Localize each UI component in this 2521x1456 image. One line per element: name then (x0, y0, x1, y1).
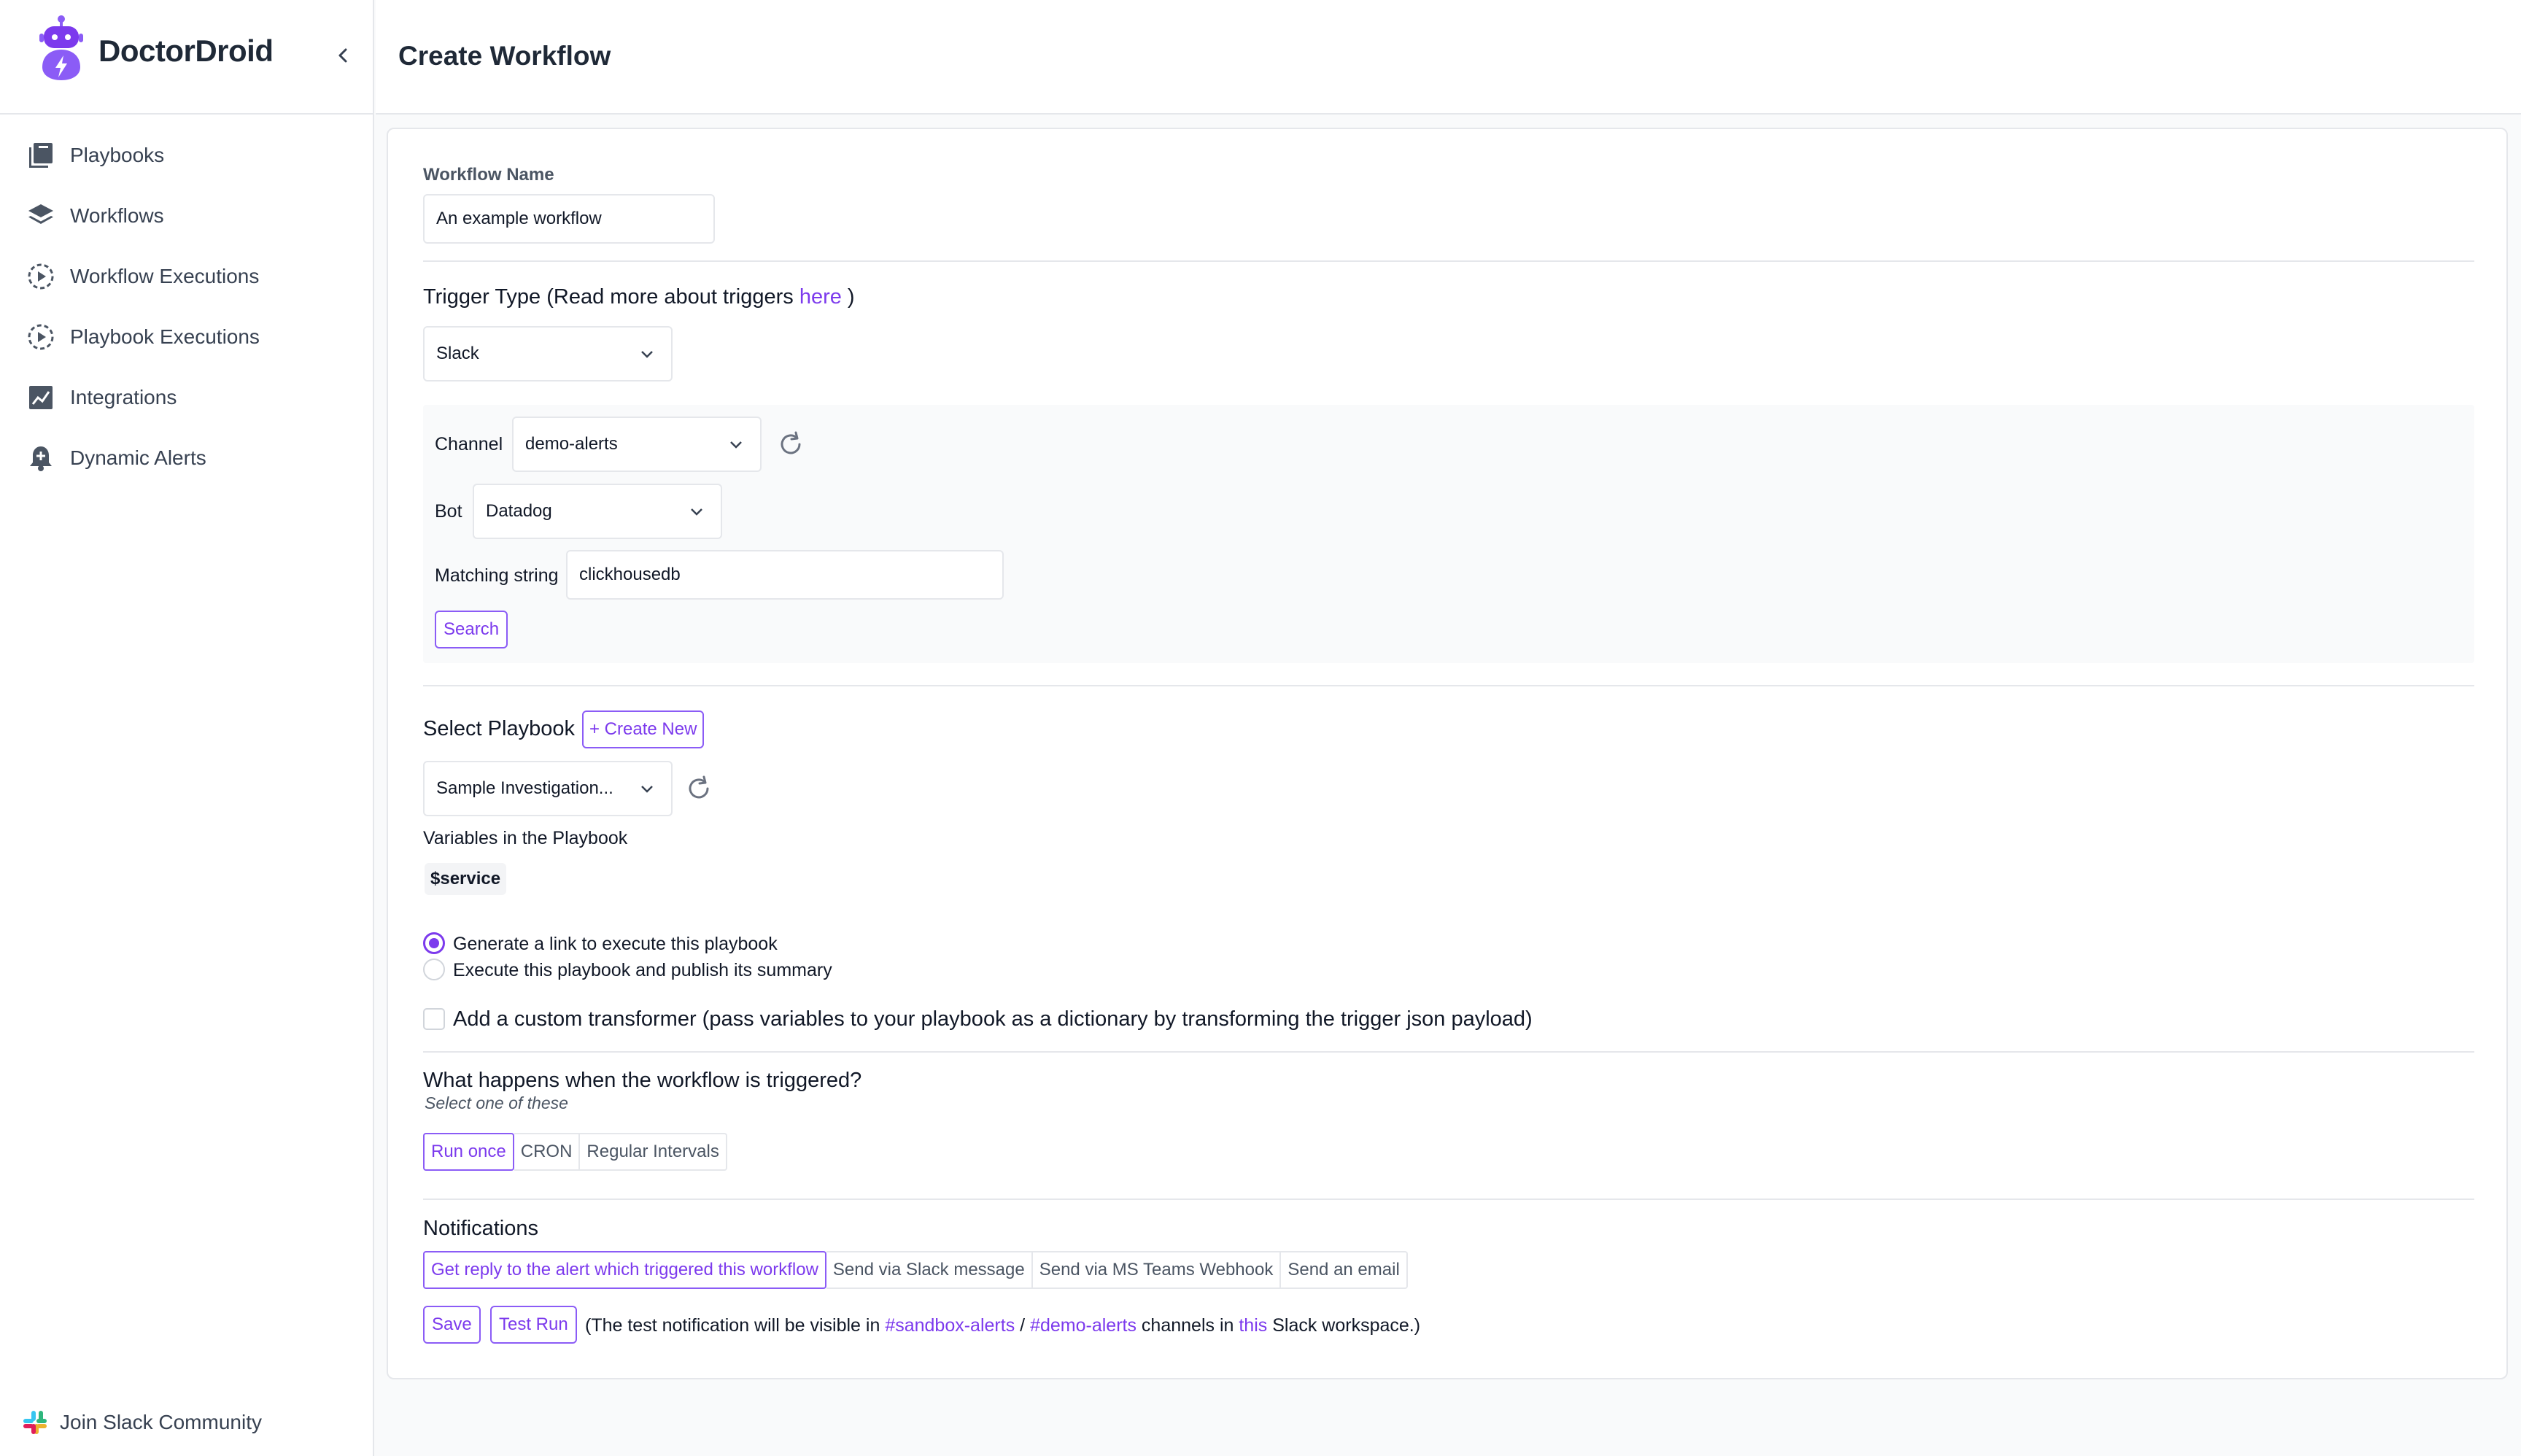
brand-header: DoctorDroid (0, 0, 373, 115)
search-button[interactable]: Search (435, 611, 508, 648)
sidebar-item-workflows[interactable]: Workflows (0, 185, 373, 246)
divider (423, 1051, 2474, 1053)
slack-trigger-config: Channel demo-alerts Bot Datadog Matching… (423, 405, 2474, 663)
playbook-select[interactable]: Sample Investigation... (423, 761, 673, 816)
bot-label: Bot (435, 501, 462, 522)
notification-option-email[interactable]: Send an email (1281, 1251, 1408, 1289)
refresh-playbooks-icon[interactable] (684, 774, 713, 803)
save-button[interactable]: Save (423, 1306, 481, 1344)
sidebar-item-label: Workflows (70, 204, 164, 227)
chart-icon (25, 382, 57, 414)
trigger-type-label: Trigger Type (Read more about triggers h… (423, 285, 855, 309)
sidebar-item-dynamic-alerts[interactable]: Dynamic Alerts (0, 427, 373, 488)
sandbox-alerts-channel-link[interactable]: #sandbox-alerts (885, 1315, 1015, 1336)
sidebar-item-label: Integrations (70, 385, 177, 408)
test-run-button[interactable]: Test Run (490, 1306, 577, 1344)
create-workflow-form: Workflow Name An example workflow Trigge… (387, 128, 2508, 1379)
workflow-name-label: Workflow Name (423, 165, 554, 185)
sidebar-nav: Playbooks Workflows Workflow Executions … (0, 115, 373, 488)
notification-options: Get reply to the alert which triggered t… (423, 1251, 1408, 1289)
page-header: Create Workflow (376, 0, 2521, 115)
workflow-name-input[interactable]: An example workflow (423, 194, 715, 244)
radio-execute-publish[interactable] (423, 959, 445, 980)
sidebar-item-integrations[interactable]: Integrations (0, 367, 373, 427)
divider (423, 1199, 2474, 1200)
variable-chip: $service (425, 863, 507, 895)
page-title: Create Workflow (398, 41, 611, 71)
refresh-channels-icon[interactable] (776, 430, 805, 459)
notifications-heading: Notifications (423, 1217, 538, 1240)
schedule-option-regular-intervals[interactable]: Regular Intervals (580, 1133, 727, 1171)
chevron-down-icon (691, 508, 702, 516)
custom-transformer-label: Add a custom transformer (pass variables… (453, 1007, 1533, 1031)
sidebar-item-workflow-executions[interactable]: Workflow Executions (0, 246, 373, 306)
demo-alerts-channel-link[interactable]: #demo-alerts (1030, 1315, 1136, 1336)
join-slack-community-link[interactable]: Join Slack Community (22, 1409, 262, 1436)
sidebar-item-playbooks[interactable]: Playbooks (0, 125, 373, 185)
slack-workspace-link[interactable]: this (1239, 1315, 1267, 1336)
channel-select[interactable]: demo-alerts (512, 417, 762, 472)
collapse-sidebar-chevron-left-icon[interactable] (333, 44, 353, 67)
sidebar: DoctorDroid Playbooks Workflows Workflow… (0, 0, 374, 1456)
slack-icon (23, 1411, 47, 1434)
channel-label: Channel (435, 434, 503, 454)
brand-name: DoctorDroid (98, 34, 274, 68)
schedule-options: Run once CRON Regular Intervals (423, 1133, 727, 1171)
sidebar-item-label: Playbooks (70, 143, 165, 166)
sidebar-item-label: Workflow Executions (70, 264, 260, 287)
book-stack-icon (25, 139, 57, 171)
notification-option-ms-teams[interactable]: Send via MS Teams Webhook (1032, 1251, 1282, 1289)
variables-label: Variables in the Playbook (423, 828, 628, 848)
radio-generate-link[interactable] (423, 932, 445, 954)
divider (423, 685, 2474, 686)
custom-transformer-checkbox[interactable] (423, 1008, 445, 1030)
bot-select[interactable]: Datadog (473, 484, 722, 539)
schedule-option-cron[interactable]: CRON (514, 1133, 581, 1171)
create-new-playbook-button[interactable]: + Create New (582, 710, 705, 748)
play-circle-icon (25, 260, 57, 293)
divider (423, 260, 2474, 262)
notification-option-slack[interactable]: Send via Slack message (826, 1251, 1033, 1289)
matching-string-input[interactable]: clickhousedb (566, 550, 1004, 600)
radio-generate-link-label: Generate a link to execute this playbook (453, 934, 778, 954)
schedule-heading: What happens when the workflow is trigge… (423, 1069, 862, 1092)
radio-execute-publish-label: Execute this playbook and publish its su… (453, 960, 832, 980)
trigger-type-select[interactable]: Slack (423, 326, 673, 382)
play-circle-icon (25, 321, 57, 353)
doctordroid-logo-icon (39, 15, 83, 80)
test-run-note: (The test notification will be visible i… (585, 1315, 1421, 1336)
chevron-down-icon (730, 441, 742, 449)
join-slack-label: Join Slack Community (60, 1411, 262, 1433)
schedule-option-run-once[interactable]: Run once (423, 1133, 514, 1171)
select-playbook-label: Select Playbook (423, 717, 575, 740)
sidebar-item-label: Dynamic Alerts (70, 446, 206, 469)
sidebar-item-playbook-executions[interactable]: Playbook Executions (0, 306, 373, 367)
bell-icon (25, 442, 57, 474)
sidebar-item-label: Playbook Executions (70, 325, 260, 348)
schedule-subtitle: Select one of these (425, 1093, 568, 1112)
matching-string-label: Matching string (435, 565, 559, 586)
chevron-down-icon (641, 351, 653, 358)
layers-icon (25, 200, 57, 232)
triggers-docs-link[interactable]: here (799, 285, 842, 309)
notification-option-reply-alert[interactable]: Get reply to the alert which triggered t… (423, 1251, 826, 1289)
chevron-down-icon (641, 786, 653, 793)
